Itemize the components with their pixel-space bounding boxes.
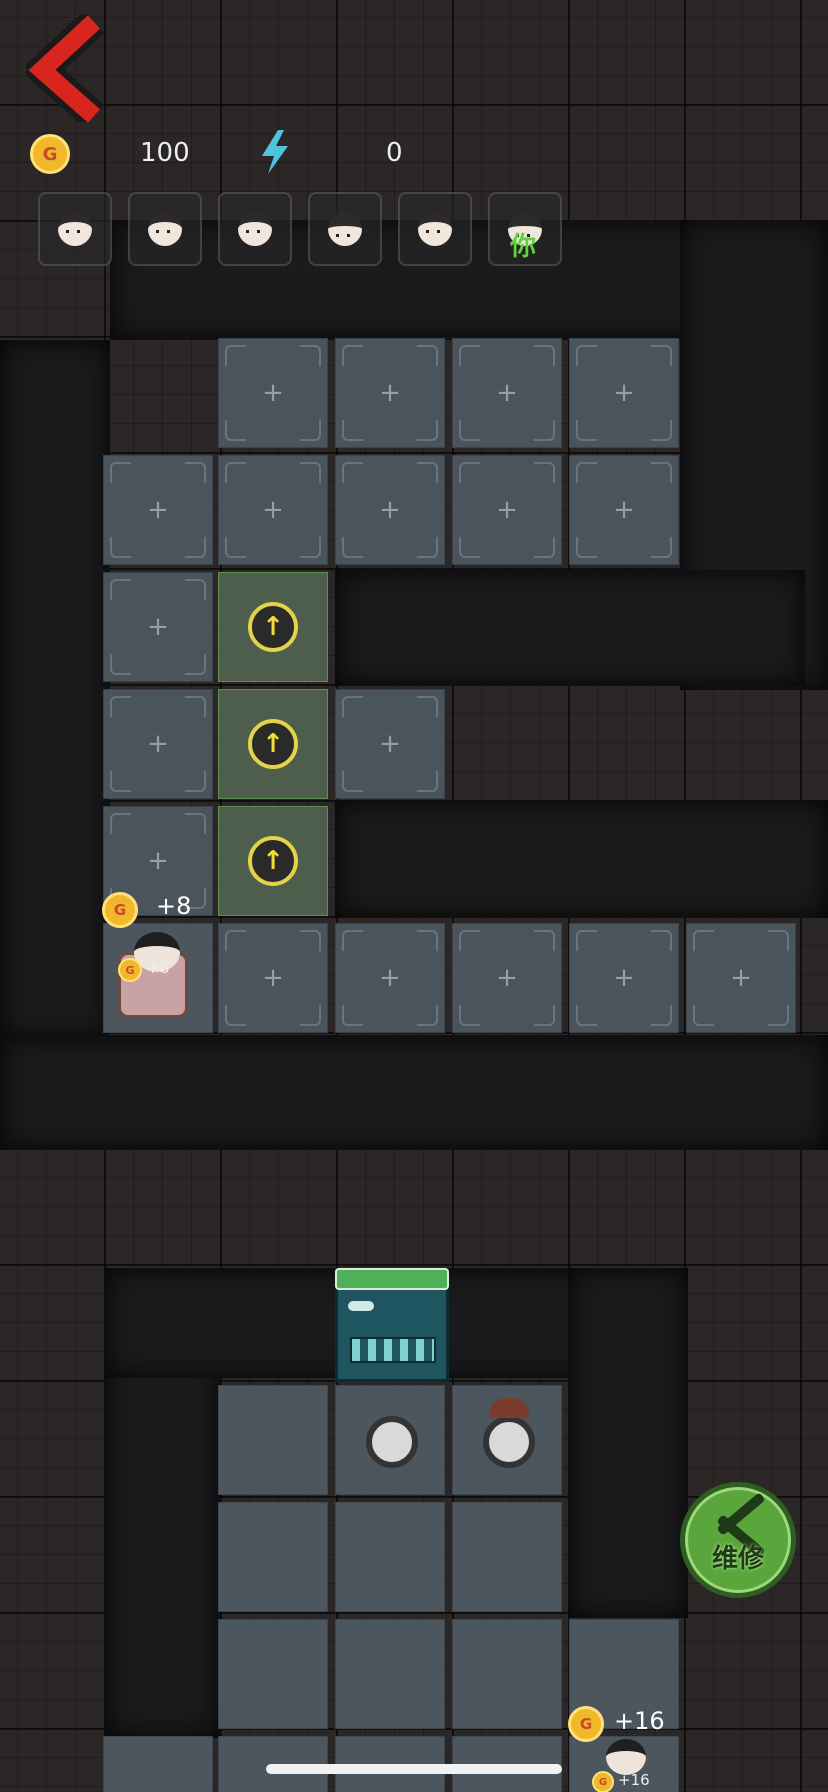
avatar-character-1[interactable] <box>38 192 112 266</box>
floor-cell <box>452 1619 562 1729</box>
floor-slot[interactable]: + <box>103 689 213 799</box>
floor-slot[interactable]: + <box>569 338 679 448</box>
floor-slot[interactable]: + <box>335 455 445 565</box>
upgrade-arrow-icon[interactable]: ↑ <box>248 602 298 652</box>
floor-slot[interactable]: + <box>218 338 328 448</box>
broom-turret-cell[interactable] <box>452 1385 562 1495</box>
back-button[interactable] <box>19 10 112 128</box>
broom-turret-icon <box>483 1416 535 1468</box>
floor-slot[interactable]: + <box>452 338 562 448</box>
avatar-character-3[interactable] <box>218 192 292 266</box>
character-face-icon <box>238 212 272 246</box>
floor-slot[interactable]: + <box>103 572 213 682</box>
floor-cell <box>335 1502 445 1612</box>
coin-icon: G <box>568 1706 604 1742</box>
coin-icon: G <box>30 134 70 174</box>
floor-cell <box>452 1502 562 1612</box>
floor-cell <box>218 1619 328 1729</box>
floor-slot[interactable]: + <box>569 455 679 565</box>
floor-slot[interactable]: + <box>335 689 445 799</box>
character-face-icon <box>58 212 92 246</box>
you-tag: 你 <box>510 232 537 262</box>
floor-cell <box>103 1736 213 1792</box>
door[interactable] <box>335 1268 449 1382</box>
sleeping-character-icon <box>606 1739 646 1775</box>
coin-icon: G <box>118 958 142 982</box>
floor-slot[interactable]: + <box>218 923 328 1033</box>
floor-slot[interactable]: + <box>569 923 679 1033</box>
floor-slot[interactable]: + <box>452 923 562 1033</box>
upgrade-arrow-icon[interactable]: ↑ <box>248 836 298 886</box>
avatar-character-2[interactable] <box>128 192 202 266</box>
floor-slot[interactable]: + <box>452 455 562 565</box>
chevron-left-icon <box>19 10 105 128</box>
bed-small-gain: +8 <box>146 958 170 977</box>
bed-income: +8 <box>156 892 192 920</box>
floor-slot[interactable]: + <box>335 923 445 1033</box>
coin-icon: G <box>102 892 138 928</box>
floor-cell <box>218 1502 328 1612</box>
shovel-turret-icon <box>366 1416 418 1468</box>
lightning-icon <box>262 130 288 174</box>
character-face-icon <box>328 212 362 246</box>
character-face-icon <box>418 212 452 246</box>
bed-cell[interactable]: G +16 <box>569 1736 679 1792</box>
corridor-left <box>0 340 110 1040</box>
turret-slot[interactable]: ↑ <box>218 806 328 916</box>
bottom-income: +16 <box>614 1707 665 1735</box>
bed-small-gain: +16 <box>618 1771 650 1789</box>
broom-head-icon <box>489 1398 529 1418</box>
floor-slot[interactable]: + <box>218 455 328 565</box>
repair-button[interactable]: 维修 <box>680 1482 796 1598</box>
corridor-mid-2 <box>335 800 828 918</box>
energy-count: 0 <box>386 138 403 168</box>
avatar-character-5[interactable] <box>398 192 472 266</box>
avatar-character-4[interactable] <box>308 192 382 266</box>
floor-slot[interactable]: + <box>335 338 445 448</box>
bed-cell[interactable]: G +8 <box>103 923 213 1033</box>
upgrade-arrow-icon[interactable]: ↑ <box>248 719 298 769</box>
avatar-character-6[interactable]: 你 <box>488 192 562 266</box>
corridor-mid-1 <box>335 570 805 686</box>
door-grate <box>350 1337 436 1363</box>
floor-slot[interactable]: + <box>103 455 213 565</box>
mining-turret-cell[interactable] <box>335 1385 445 1495</box>
character-face-icon <box>148 212 182 246</box>
door-health-bar <box>335 1268 449 1290</box>
turret-slot[interactable]: ↑ <box>218 572 328 682</box>
floor-slot[interactable]: + <box>686 923 796 1033</box>
key-icon <box>348 1301 374 1311</box>
coin-icon: G <box>592 1771 614 1792</box>
corridor-lower-right <box>568 1268 688 1618</box>
corridor-bottom <box>0 1035 828 1150</box>
coin-count: 100 <box>140 138 190 168</box>
home-indicator[interactable] <box>266 1764 562 1774</box>
floor-cell <box>218 1385 328 1495</box>
floor-cell <box>335 1619 445 1729</box>
repair-label: 维修 <box>711 1544 764 1574</box>
game-map: + + + + + + + + + + ↑ + ↑ + + ↑ G +8 + +… <box>0 0 828 1792</box>
turret-slot[interactable]: ↑ <box>218 689 328 799</box>
